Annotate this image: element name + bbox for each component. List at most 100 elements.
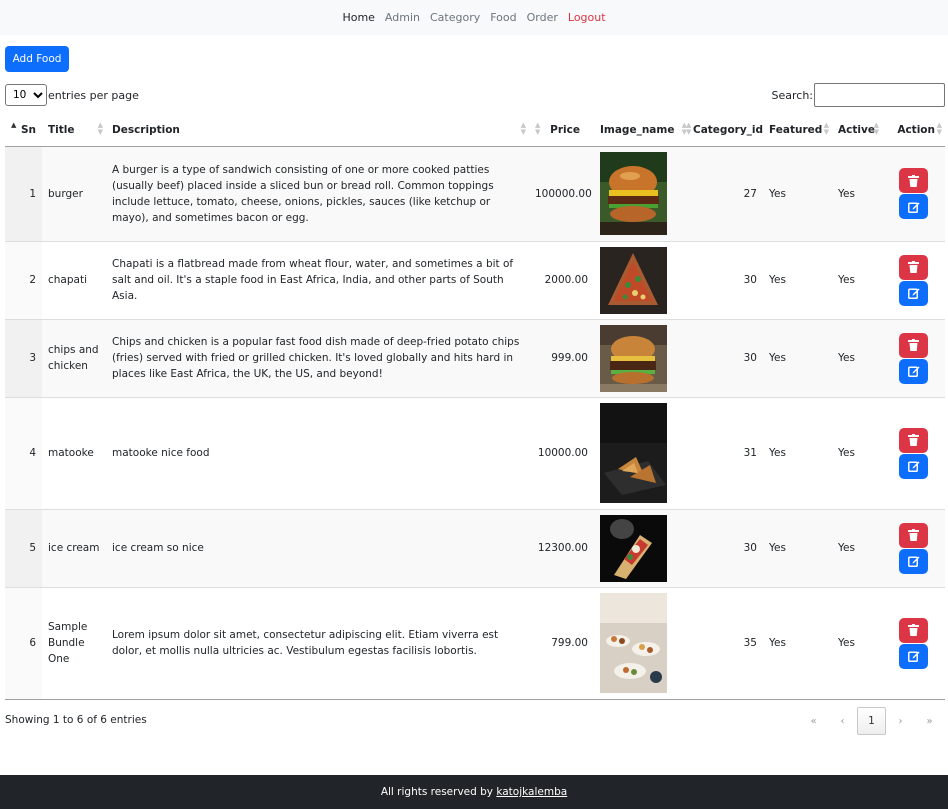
pagination-page-current[interactable]: 1 — [857, 707, 886, 735]
table-row: 6 Sample Bundle One Lorem ipsum dolor si… — [5, 586, 945, 700]
footer-text: All rights reserved by — [380, 786, 493, 798]
cell-title: Sample Bundle One — [42, 586, 106, 700]
column-header-image-name[interactable]: Image_name ▲ ▼ — [594, 114, 690, 147]
table-header-row: ▲ Sn Title ▲ ▼ Description ▲ ▼ Price ▲ ▼ Image_… — [5, 114, 945, 147]
sort-asc-icon: ▲ — [11, 121, 17, 129]
nav-category[interactable]: Category — [430, 11, 480, 24]
delete-button[interactable] — [899, 168, 928, 193]
cell-description: A burger is a type of sandwich consistin… — [106, 145, 529, 241]
sort-icon: ▲ ▼ — [823, 121, 829, 136]
table-row: 2 chapati Chapati is a flatbread made fr… — [5, 240, 945, 319]
edit-button[interactable] — [899, 358, 928, 384]
cell-active: Yes — [832, 145, 882, 241]
pagination: « ‹ 1 › » — [799, 707, 944, 735]
search-control: Search: — [771, 83, 945, 107]
edit-button[interactable] — [899, 548, 928, 574]
cell-category-id: 35 — [690, 586, 763, 700]
cell-category-id: 27 — [690, 145, 763, 241]
cell-image — [594, 318, 690, 397]
pagination-next[interactable]: › — [886, 707, 915, 735]
edit-icon — [907, 366, 919, 377]
edit-icon — [907, 651, 919, 662]
edit-icon — [907, 288, 919, 299]
cell-title: ice cream — [42, 508, 106, 587]
nav-home[interactable]: Home — [342, 11, 374, 24]
column-header-featured[interactable]: Featured ▲ ▼ — [763, 114, 832, 147]
edit-button[interactable] — [899, 280, 928, 306]
cell-image — [594, 145, 690, 241]
nav-order[interactable]: Order — [527, 11, 558, 24]
cell-active: Yes — [832, 318, 882, 397]
cell-category-id: 30 — [690, 318, 763, 397]
top-nav: Home Admin Category Food Order Logout — [0, 0, 948, 35]
cell-action — [882, 145, 945, 241]
cell-featured: Yes — [763, 145, 832, 241]
cell-price: 12300.00 — [529, 508, 594, 587]
column-header-price[interactable]: Price ▲ ▼ — [529, 114, 594, 147]
entries-per-page-label: entries per page — [48, 88, 139, 102]
cell-active: Yes — [832, 240, 882, 319]
edit-icon — [907, 202, 919, 213]
cell-action — [882, 318, 945, 397]
delete-button[interactable] — [899, 522, 928, 548]
cell-featured: Yes — [763, 508, 832, 587]
cell-category-id: 30 — [690, 240, 763, 319]
cell-sn: 6 — [5, 586, 42, 700]
cell-price: 999.00 — [529, 318, 594, 397]
pagination-first[interactable]: « — [799, 707, 828, 735]
pagination-prev[interactable]: ‹ — [828, 707, 857, 735]
cell-title: chips and chicken — [42, 318, 106, 397]
entries-length-control: 10 entries per page — [5, 84, 139, 106]
trash-icon — [908, 261, 919, 273]
column-header-category-id[interactable]: Category_id ▲ ▼ — [686, 114, 763, 147]
edit-button[interactable] — [899, 453, 928, 479]
edit-button[interactable] — [899, 643, 928, 669]
sort-icon: ▲ ▼ — [686, 121, 692, 136]
cell-category-id: 31 — [690, 396, 763, 509]
cell-title: burger — [42, 145, 106, 241]
cell-title: chapati — [42, 240, 106, 319]
column-header-sn[interactable]: ▲ Sn — [5, 114, 42, 147]
cell-featured: Yes — [763, 396, 832, 509]
sort-icon: ▲ ▼ — [936, 121, 942, 136]
cell-description: Chips and chicken is a popular fast food… — [106, 318, 529, 397]
search-label: Search: — [771, 88, 814, 102]
edit-button[interactable] — [899, 194, 928, 219]
table-row: 5 ice cream ice cream so nice 12300.00 3… — [5, 508, 945, 587]
search-input[interactable] — [814, 83, 945, 107]
column-header-description[interactable]: Description ▲ ▼ — [106, 114, 529, 147]
nav-logout[interactable]: Logout — [568, 11, 606, 24]
nav-admin[interactable]: Admin — [385, 11, 420, 24]
cell-description: Chapati is a flatbread made from wheat f… — [106, 240, 529, 319]
cell-active: Yes — [832, 586, 882, 700]
cell-featured: Yes — [763, 586, 832, 700]
cell-sn: 2 — [5, 240, 42, 319]
cell-active: Yes — [832, 396, 882, 509]
delete-button[interactable] — [899, 617, 928, 643]
nav-food[interactable]: Food — [490, 11, 516, 24]
burger-photo — [600, 324, 667, 392]
column-header-action[interactable]: Action ▲ ▼ — [882, 114, 945, 147]
pagination-last[interactable]: » — [915, 707, 944, 735]
add-food-button[interactable]: Add Food — [5, 46, 69, 72]
trash-icon — [908, 339, 919, 351]
entries-per-page-select[interactable]: 10 — [5, 84, 47, 106]
delete-button[interactable] — [899, 254, 928, 280]
footer: All rights reserved by katojkalemba — [0, 775, 948, 809]
food-table: ▲ Sn Title ▲ ▼ Description ▲ ▼ Price ▲ ▼ Image_… — [5, 114, 945, 700]
cell-description: ice cream so nice — [106, 508, 529, 587]
cell-sn: 3 — [5, 318, 42, 397]
cell-description: matooke nice food — [106, 396, 529, 509]
cell-active: Yes — [832, 508, 882, 587]
cell-description: Lorem ipsum dolor sit amet, consectetur … — [106, 586, 529, 700]
samosa-photo — [600, 403, 667, 503]
column-header-title[interactable]: Title ▲ ▼ — [42, 114, 106, 147]
cell-action — [882, 508, 945, 587]
delete-button[interactable] — [899, 332, 928, 358]
column-header-active[interactable]: Active ▲ ▼ — [832, 114, 882, 147]
table-info: Showing 1 to 6 of 6 entries — [5, 714, 147, 726]
footer-author-link[interactable]: katojkalemba — [496, 786, 567, 798]
delete-button[interactable] — [899, 427, 928, 453]
sort-icon: ▲ ▼ — [520, 121, 526, 136]
dessert-photo — [600, 514, 667, 582]
